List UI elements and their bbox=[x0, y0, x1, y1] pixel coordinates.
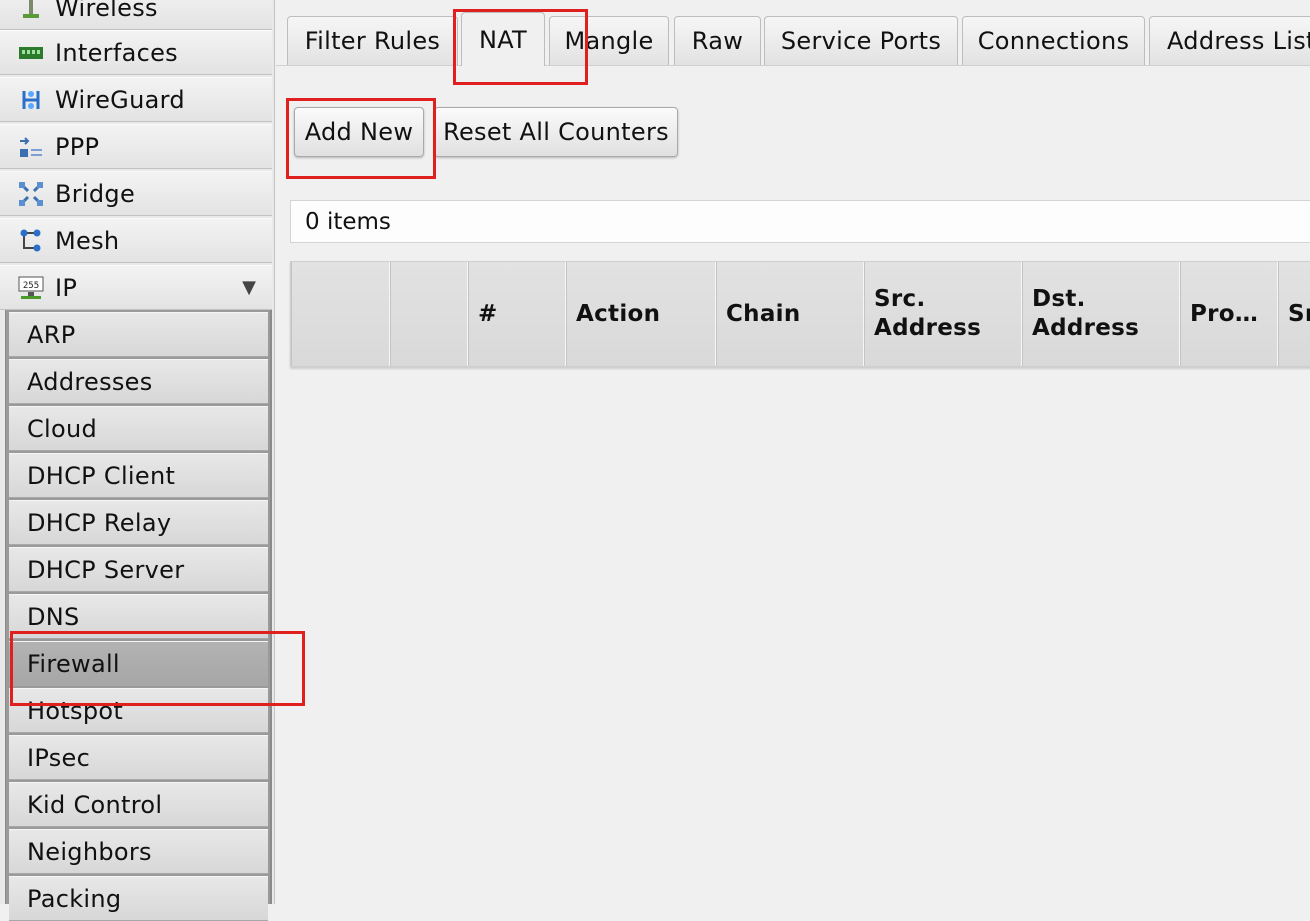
table-header: # Action Chain Src. Address Dst. Address… bbox=[290, 261, 1310, 367]
column-header-protocol[interactable]: Pro… bbox=[1180, 262, 1278, 366]
column-header[interactable] bbox=[291, 262, 390, 366]
tab-filter-rules[interactable]: Filter Rules bbox=[287, 16, 458, 65]
submenu-item-label: Packing bbox=[27, 884, 122, 913]
tab-mangle[interactable]: Mangle bbox=[549, 16, 669, 65]
sidebar-item-label: Wireless bbox=[55, 0, 158, 22]
column-header-dst-address[interactable]: Dst. Address bbox=[1022, 262, 1180, 366]
sidebar: Wireless Interfaces WireGuard PPP Bridge… bbox=[0, 0, 275, 921]
column-header-action[interactable]: Action bbox=[566, 262, 716, 366]
submenu-item-ipsec[interactable]: IPsec bbox=[9, 735, 268, 780]
tab-raw[interactable]: Raw bbox=[674, 16, 761, 65]
tab-nat[interactable]: NAT bbox=[461, 12, 545, 66]
submenu-item-kid-control[interactable]: Kid Control bbox=[9, 782, 268, 827]
sidebar-item-ip[interactable]: 255 IP ▼ bbox=[0, 265, 272, 310]
tab-label: Service Ports bbox=[780, 27, 942, 55]
sidebar-item-label: Bridge bbox=[55, 179, 136, 208]
submenu-item-neighbors[interactable]: Neighbors bbox=[9, 829, 268, 874]
tab-connections[interactable]: Connections bbox=[962, 16, 1145, 65]
sidebar-item-label: Interfaces bbox=[55, 38, 178, 67]
submenu-item-label: DHCP Client bbox=[27, 461, 176, 490]
submenu-item-label: DHCP Server bbox=[27, 555, 185, 584]
sidebar-item-wireguard[interactable]: WireGuard bbox=[0, 77, 272, 122]
submenu-item-label: Cloud bbox=[27, 414, 98, 443]
submenu-item-label: DNS bbox=[27, 602, 80, 631]
sidebar-item-label: WireGuard bbox=[55, 85, 185, 114]
tab-label: Filter Rules bbox=[304, 27, 441, 55]
mesh-icon bbox=[17, 227, 45, 255]
item-count-bar: 0 items bbox=[290, 200, 1310, 243]
interfaces-icon bbox=[17, 39, 45, 67]
reset-all-counters-button[interactable]: Reset All Counters bbox=[434, 107, 678, 157]
submenu-item-dhcp-server[interactable]: DHCP Server bbox=[9, 547, 268, 592]
sidebar-item-wireless[interactable]: Wireless bbox=[0, 0, 272, 30]
wireguard-icon bbox=[17, 86, 45, 114]
submenu-item-cloud[interactable]: Cloud bbox=[9, 406, 268, 451]
column-header-number[interactable]: # bbox=[468, 262, 566, 366]
submenu-item-dhcp-relay[interactable]: DHCP Relay bbox=[9, 500, 268, 545]
button-label: Add New bbox=[304, 118, 414, 146]
column-header-src-port[interactable]: Src. Port bbox=[1278, 262, 1310, 366]
button-label: Reset All Counters bbox=[443, 118, 669, 146]
tab-address-lists[interactable]: Address Lists bbox=[1149, 16, 1310, 65]
submenu-item-dhcp-client[interactable]: DHCP Client bbox=[9, 453, 268, 498]
add-new-button[interactable]: Add New bbox=[294, 107, 424, 157]
column-header-chain[interactable]: Chain bbox=[716, 262, 864, 366]
bridge-icon bbox=[17, 180, 45, 208]
column-header-src-address[interactable]: Src. Address bbox=[864, 262, 1022, 366]
submenu-item-label: Kid Control bbox=[27, 790, 163, 819]
tab-label: Connections bbox=[977, 27, 1130, 55]
submenu-item-label: Hotspot bbox=[27, 696, 124, 725]
sidebar-item-interfaces[interactable]: Interfaces bbox=[0, 30, 272, 75]
submenu-item-dns[interactable]: DNS bbox=[9, 594, 268, 639]
tab-label: NAT bbox=[478, 25, 528, 54]
tab-bar-divider bbox=[276, 65, 1310, 66]
column-header[interactable] bbox=[390, 262, 468, 366]
sidebar-item-ppp[interactable]: PPP bbox=[0, 124, 272, 169]
submenu-item-arp[interactable]: ARP bbox=[9, 312, 268, 357]
sidebar-item-label: Mesh bbox=[55, 226, 120, 255]
svg-text:255: 255 bbox=[23, 281, 39, 291]
submenu-item-addresses[interactable]: Addresses bbox=[9, 359, 268, 404]
tab-label: Raw bbox=[691, 27, 744, 55]
tab-service-ports[interactable]: Service Ports bbox=[764, 16, 958, 65]
item-count: 0 items bbox=[305, 208, 391, 235]
submenu-item-firewall[interactable]: Firewall bbox=[9, 641, 268, 686]
wireless-icon bbox=[17, 0, 45, 22]
submenu-item-label: Neighbors bbox=[27, 837, 152, 866]
ip-submenu: ARP Addresses Cloud DHCP Client DHCP Rel… bbox=[5, 310, 272, 921]
sidebar-item-label: IP bbox=[55, 273, 78, 302]
ppp-icon bbox=[17, 133, 45, 161]
chevron-down-icon[interactable]: ▼ bbox=[242, 277, 256, 298]
ip-icon: 255 bbox=[17, 274, 45, 302]
tab-label: Address Lists bbox=[1167, 27, 1310, 55]
sidebar-item-bridge[interactable]: Bridge bbox=[0, 171, 272, 216]
submenu-item-packing[interactable]: Packing bbox=[9, 876, 268, 921]
submenu-item-label: Firewall bbox=[27, 649, 120, 678]
submenu-item-label: IPsec bbox=[27, 743, 91, 772]
submenu-item-label: ARP bbox=[27, 320, 76, 349]
submenu-item-label: Addresses bbox=[27, 367, 153, 396]
submenu-item-hotspot[interactable]: Hotspot bbox=[9, 688, 268, 733]
sidebar-item-mesh[interactable]: Mesh bbox=[0, 218, 272, 263]
sidebar-item-label: PPP bbox=[55, 132, 100, 161]
submenu-item-label: DHCP Relay bbox=[27, 508, 172, 537]
tab-label: Mangle bbox=[564, 27, 654, 55]
